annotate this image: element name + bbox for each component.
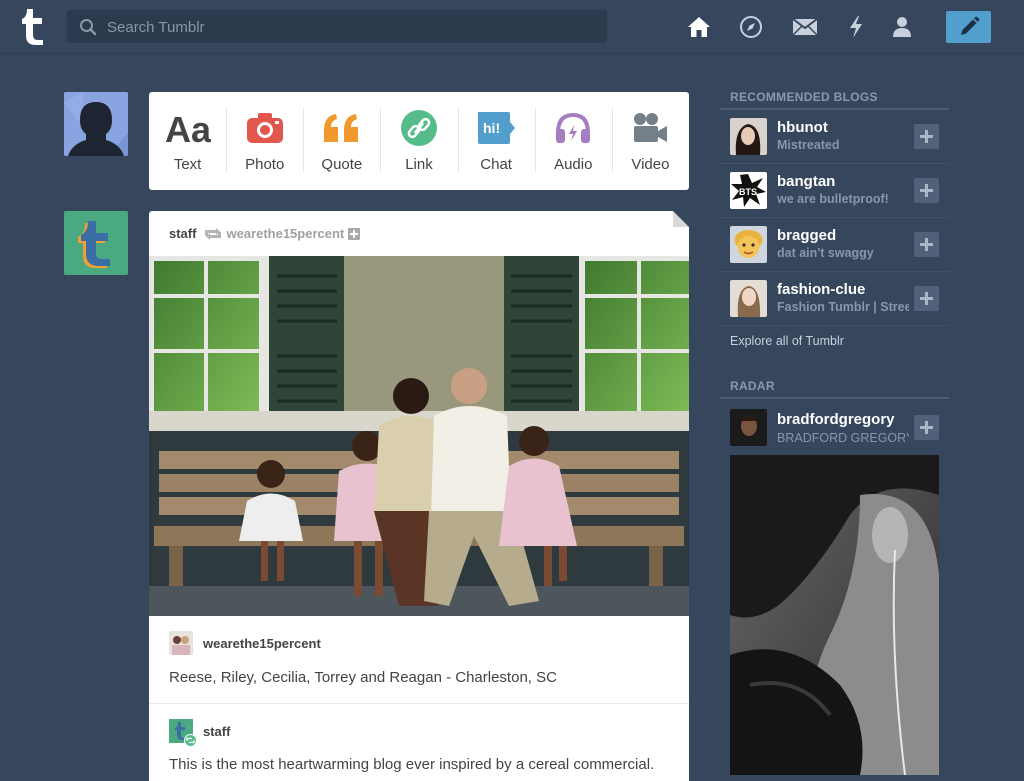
blog-avatar[interactable] [730, 409, 767, 446]
search-icon [80, 19, 97, 36]
post-type-label: Link [405, 156, 433, 173]
chat-icon: hi! [476, 108, 516, 148]
mail-icon[interactable] [792, 14, 818, 40]
home-icon[interactable] [686, 14, 712, 40]
post-caption: Reese, Riley, Cecilia, Torrey and Reagan… [169, 669, 557, 686]
post-photo[interactable] [149, 256, 689, 616]
blog-avatar[interactable] [730, 280, 767, 317]
post-type-quote[interactable]: Quote [303, 92, 380, 190]
blog-subtitle: we are bulletproof! [777, 192, 889, 206]
reblog-icon [205, 227, 222, 240]
post-blog-name[interactable]: staff [169, 226, 196, 241]
recommended-blog-item[interactable]: hbunot Mistreated [720, 110, 949, 164]
commenter-blog-name[interactable]: staff [203, 724, 230, 739]
source-attribution: wearethe15percent [169, 631, 321, 655]
blog-avatar[interactable] [730, 118, 767, 155]
reblogged-from-name[interactable]: wearethe15percent [226, 226, 344, 241]
source-avatar[interactable] [169, 631, 193, 655]
post-type-label: Quote [321, 156, 363, 173]
svg-text:hi!: hi! [483, 120, 500, 136]
follow-button[interactable] [914, 232, 939, 257]
sidebar-rule [720, 397, 949, 399]
follow-button[interactable] [914, 124, 939, 149]
post-type-bar: Aa Text Photo Quote Link hi! Chat Audio [149, 92, 689, 190]
svg-text:Aa: Aa [165, 110, 211, 146]
blog-subtitle: dat ain't swaggy [777, 246, 874, 260]
post-type-chat[interactable]: hi! Chat [457, 92, 535, 190]
top-header [0, 0, 1024, 54]
follow-button[interactable] [914, 415, 939, 440]
blog-name[interactable]: bradfordgregory [777, 411, 895, 428]
staff-avatar[interactable] [64, 211, 128, 275]
reblog-badge-icon [184, 734, 197, 747]
post-type-label: Text [173, 156, 202, 173]
recommended-blogs-title: RECOMMENDED BLOGS [730, 90, 878, 104]
quote-icon [322, 108, 362, 148]
text-aa-icon: Aa [165, 108, 211, 148]
recommended-blog-item[interactable]: bragged dat ain't swaggy [720, 218, 949, 272]
pencil-icon [960, 16, 979, 35]
lightning-icon[interactable] [843, 14, 869, 40]
recommended-blog-item[interactable]: fashion-clue Fashion Tumblr | Street [720, 272, 949, 326]
blog-name[interactable]: bangtan [777, 173, 835, 190]
post-type-audio[interactable]: Audio [534, 92, 612, 190]
compass-icon[interactable] [738, 14, 764, 40]
post-corner-fold [673, 211, 689, 227]
post-type-video[interactable]: Video [611, 92, 689, 190]
blog-name[interactable]: hbunot [777, 119, 828, 136]
post-type-label: Photo [245, 156, 285, 173]
link-icon [400, 108, 438, 148]
search-input[interactable] [105, 10, 599, 45]
post-type-text[interactable]: Aa Text [149, 92, 226, 190]
blog-avatar[interactable]: BTS [730, 172, 767, 209]
post-type-link[interactable]: Link [380, 92, 457, 190]
video-camera-icon [631, 108, 669, 148]
svg-text:BTS: BTS [739, 187, 757, 197]
post-card: staff wearethe15percent wearethe15percen… [149, 211, 689, 781]
blog-name[interactable]: fashion-clue [777, 281, 865, 298]
blog-subtitle: Mistreated [777, 138, 840, 152]
post-type-label: Chat [480, 156, 512, 173]
follow-plus-icon[interactable] [348, 227, 361, 240]
search-bar[interactable] [67, 10, 607, 45]
post-type-label: Audio [554, 156, 593, 173]
compose-button[interactable] [946, 11, 991, 43]
recommended-blog-item[interactable]: BTS bangtan we are bulletproof! [720, 164, 949, 218]
radar-title: RADAR [730, 379, 775, 393]
comment-attribution: staff [169, 719, 230, 747]
radar-photo[interactable] [730, 455, 939, 775]
post-type-label: Video [631, 156, 670, 173]
account-icon[interactable] [889, 14, 915, 40]
post-header: staff wearethe15percent [169, 226, 361, 241]
comment-text: This is the most heartwarming blog ever … [169, 756, 655, 773]
blog-avatar[interactable] [730, 226, 767, 263]
tumblr-logo-icon[interactable] [17, 6, 49, 48]
radar-blog-item[interactable]: bradfordgregory BRADFORD GREGORY [720, 401, 949, 453]
blog-subtitle: BRADFORD GREGORY [777, 431, 909, 445]
source-blog-name[interactable]: wearethe15percent [203, 636, 321, 651]
post-type-photo[interactable]: Photo [226, 92, 303, 190]
explore-all-link[interactable]: Explore all of Tumblr [730, 334, 844, 348]
follow-button[interactable] [914, 178, 939, 203]
staff-mini-avatar[interactable] [169, 719, 197, 747]
blog-subtitle: Fashion Tumblr | Street [777, 300, 909, 314]
post-divider [149, 703, 689, 704]
user-avatar[interactable] [64, 92, 128, 156]
camera-icon [246, 108, 284, 148]
headphones-icon [554, 108, 592, 148]
follow-button[interactable] [914, 286, 939, 311]
blog-name[interactable]: bragged [777, 227, 836, 244]
